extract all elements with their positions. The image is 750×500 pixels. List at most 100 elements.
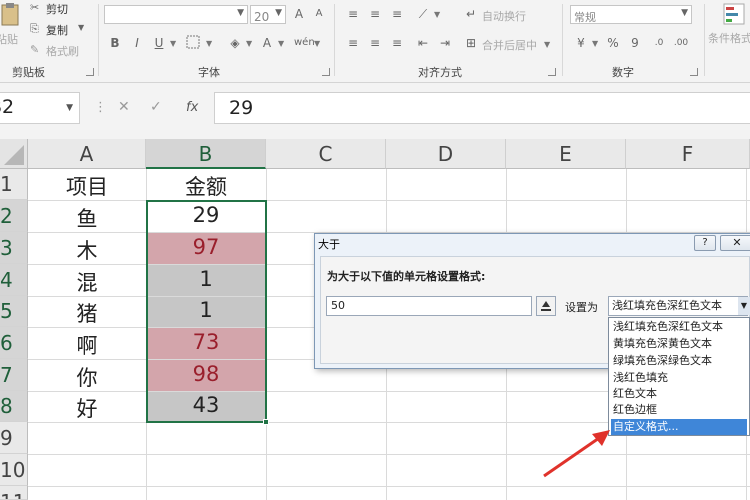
cell-a3[interactable]: 木 — [28, 235, 146, 265]
chevron-down-icon[interactable]: ▼ — [434, 10, 440, 19]
row-header-10[interactable]: 10 — [0, 454, 28, 486]
font-launcher-icon[interactable] — [322, 68, 330, 76]
row-header-9[interactable]: 9 — [0, 422, 28, 454]
dropdown-option-highlighted[interactable]: 自定义格式... — [611, 419, 747, 435]
format-painter-button[interactable]: 格式刷 — [46, 43, 79, 59]
paste-button[interactable]: 粘贴 — [0, 31, 18, 47]
align-middle-icon[interactable]: ≡ — [366, 5, 384, 23]
chevron-down-icon[interactable]: ▼ — [66, 103, 73, 113]
copy-button[interactable]: 复制 — [46, 22, 68, 38]
increase-decimal-icon[interactable]: .0 — [650, 34, 668, 52]
orientation-icon[interactable]: ⟋ — [414, 5, 432, 23]
dropdown-option[interactable]: 绿填充色深绿色文本 — [611, 353, 747, 369]
cell-a7[interactable]: 你 — [28, 362, 146, 392]
wrap-text-icon[interactable]: ↵ — [462, 5, 480, 23]
threshold-input[interactable]: 50 — [326, 296, 532, 316]
merge-center-icon[interactable]: ⊞ — [462, 34, 480, 52]
select-all-corner[interactable] — [0, 139, 28, 169]
align-bottom-icon[interactable]: ≡ — [388, 5, 406, 23]
dropdown-option[interactable]: 浅红填充色深红色文本 — [611, 319, 747, 335]
chevron-down-icon[interactable]: ▼ — [206, 39, 212, 48]
fill-handle[interactable] — [263, 419, 269, 425]
dropdown-option[interactable]: 红色边框 — [611, 402, 747, 418]
cell-a6[interactable]: 啊 — [28, 330, 146, 360]
conditional-format-icon[interactable] — [722, 2, 746, 26]
number-format-combo[interactable]: 常规 ▼ — [570, 5, 692, 24]
cell-a2[interactable]: 鱼 — [28, 203, 146, 233]
font-color-icon[interactable]: A — [258, 34, 276, 52]
chevron-down-icon[interactable]: ▼ — [246, 39, 252, 48]
cut-button[interactable]: 剪切 — [46, 1, 68, 17]
enter-icon[interactable]: ✓ — [150, 99, 162, 115]
row-header-6[interactable]: 6 — [0, 327, 28, 359]
currency-icon[interactable]: ¥ — [572, 34, 590, 52]
close-button[interactable]: ✕ — [720, 235, 750, 251]
bold-button[interactable]: B — [106, 34, 124, 52]
comma-style-icon[interactable]: 9 — [626, 34, 644, 52]
border-icon[interactable] — [184, 34, 202, 52]
merge-center-button[interactable]: 合并后居中 — [482, 37, 537, 53]
percent-icon[interactable]: % — [604, 34, 622, 52]
decrease-decimal-icon[interactable]: .00 — [672, 34, 690, 52]
cancel-icon[interactable]: ✕ — [118, 99, 130, 115]
underline-button[interactable]: U — [150, 34, 168, 52]
font-name-combo[interactable]: ▼ — [104, 5, 248, 24]
align-left-icon[interactable]: ≡ — [344, 34, 362, 52]
help-button[interactable]: ? — [694, 235, 716, 251]
align-top-icon[interactable]: ≡ — [344, 5, 362, 23]
chevron-down-icon[interactable]: ▼ — [592, 39, 598, 48]
chevron-down-icon[interactable]: ▼ — [544, 40, 550, 49]
column-header-f[interactable]: F — [626, 139, 750, 169]
row-header-2[interactable]: 2 — [0, 200, 28, 232]
row-header-11[interactable]: 11 — [0, 486, 28, 500]
align-center-icon[interactable]: ≡ — [366, 34, 384, 52]
collapse-dialog-icon[interactable] — [536, 296, 556, 316]
formula-bar-grip-icon[interactable]: ⋮ — [94, 100, 107, 115]
increase-indent-icon[interactable]: ⇥ — [436, 34, 454, 52]
cell-a5[interactable]: 猪 — [28, 298, 146, 328]
number-launcher-icon[interactable] — [690, 68, 698, 76]
dropdown-option[interactable]: 黄填充色深黄色文本 — [611, 336, 747, 352]
fill-color-icon[interactable]: ◈ — [226, 34, 244, 52]
column-header-d[interactable]: D — [386, 139, 506, 169]
row-header-8[interactable]: 8 — [0, 391, 28, 422]
clipboard-launcher-icon[interactable] — [86, 68, 94, 76]
column-header-b[interactable]: B — [146, 139, 266, 169]
row-header-7[interactable]: 7 — [0, 359, 28, 391]
column-header-a[interactable]: A — [28, 139, 146, 169]
alignment-launcher-icon[interactable] — [548, 68, 556, 76]
dropdown-option[interactable]: 红色文本 — [611, 386, 747, 402]
chevron-down-icon[interactable]: ▼ — [170, 39, 176, 48]
increase-font-icon[interactable]: A — [290, 5, 308, 23]
row-header-1[interactable]: 1 — [0, 169, 28, 200]
font-size-combo[interactable]: 20 ▼ — [250, 5, 286, 24]
formula-input[interactable]: 29 — [214, 92, 750, 124]
italic-button[interactable]: I — [128, 34, 146, 52]
chevron-down-icon[interactable]: ▼ — [314, 39, 320, 48]
cell-a8[interactable]: 好 — [28, 393, 146, 423]
paste-icon[interactable] — [0, 2, 22, 30]
row-header-4[interactable]: 4 — [0, 264, 28, 296]
row-header-5[interactable]: 5 — [0, 296, 28, 327]
cell-a1[interactable]: 项目 — [28, 171, 146, 201]
name-box[interactable]: B2 ▼ — [0, 92, 80, 124]
align-right-icon[interactable]: ≡ — [388, 34, 406, 52]
chevron-down-icon[interactable]: ▼ — [278, 39, 284, 48]
cell-a4[interactable]: 混 — [28, 267, 146, 297]
phonetic-icon[interactable]: wén — [294, 34, 315, 52]
cell-b1[interactable]: 金额 — [146, 171, 266, 201]
number-group-label: 数字 — [612, 66, 634, 79]
wrap-text-button[interactable]: 自动换行 — [482, 8, 526, 24]
chevron-down-icon[interactable]: ▼ — [738, 297, 750, 315]
column-header-e[interactable]: E — [506, 139, 626, 169]
conditional-format-button[interactable]: 条件格式 — [708, 30, 750, 46]
decrease-indent-icon[interactable]: ⇤ — [414, 34, 432, 52]
dropdown-option[interactable]: 浅红色填充 — [611, 370, 747, 386]
row-header-3[interactable]: 3 — [0, 232, 28, 264]
insert-function-icon[interactable]: fx — [186, 100, 198, 115]
decrease-font-icon[interactable]: A — [310, 5, 328, 23]
column-header-c[interactable]: C — [266, 139, 386, 169]
format-select[interactable]: 浅红填充色深红色文本 — [608, 296, 748, 316]
copy-dropdown-icon[interactable]: ▼ — [78, 23, 84, 32]
chevron-down-icon: ▼ — [681, 8, 688, 18]
